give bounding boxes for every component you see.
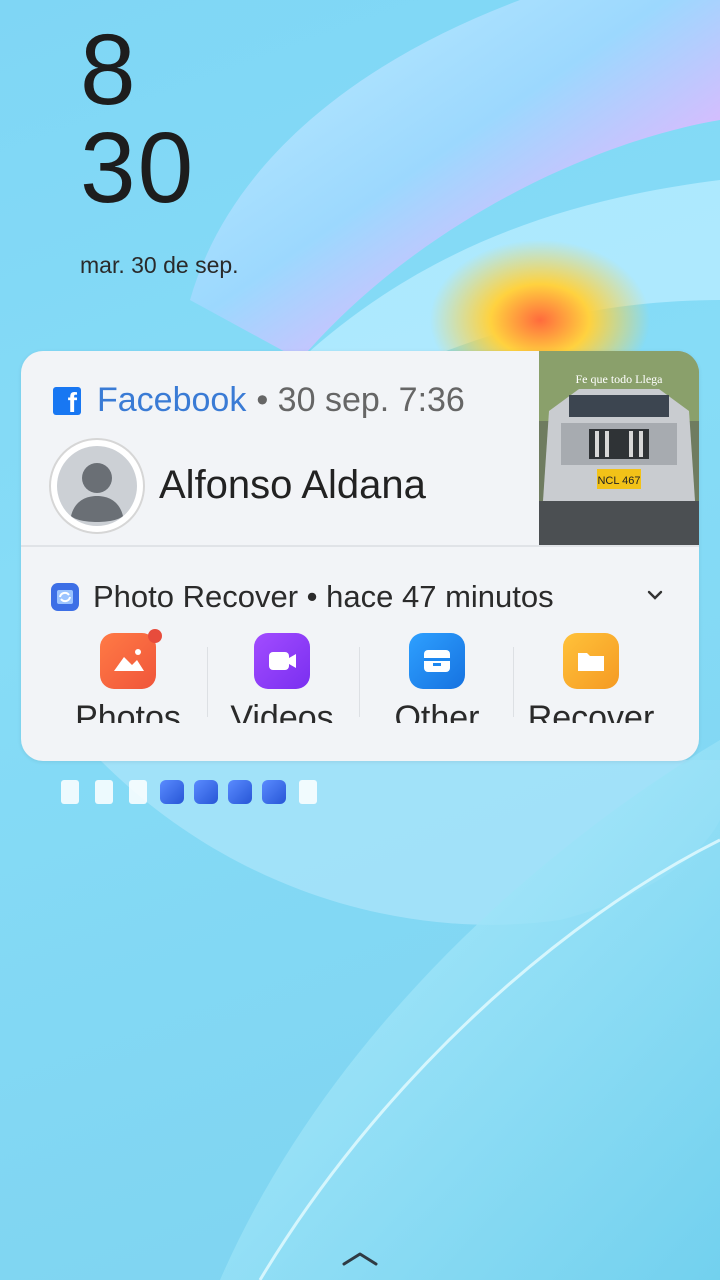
- file-recover-icon: [95, 780, 113, 804]
- action-label: Videos: [230, 699, 334, 723]
- photos-icon: [100, 629, 162, 689]
- notification-divider: [21, 545, 699, 547]
- file-recover-icon: [129, 780, 147, 804]
- badge-dot: [148, 629, 162, 643]
- avatar: [49, 438, 145, 534]
- photo-recover-small-icon: [194, 780, 218, 804]
- action-videos[interactable]: Videos: [212, 633, 352, 733]
- facebook-icon: f: [53, 386, 81, 416]
- notification-card: f Facebook • 30 sep. 7:36 Alfonso Aldana…: [21, 351, 699, 761]
- facebook-notification[interactable]: f Facebook • 30 sep. 7:36 Alfonso Aldana…: [21, 351, 699, 545]
- file-recover-icon: [299, 780, 317, 804]
- sender-name: Alfonso Aldana: [159, 463, 426, 507]
- action-label: Other: [394, 699, 480, 723]
- action-label: Recover: [527, 699, 655, 723]
- photo-recover-title: Photo Recover • hace 47 minutos: [93, 579, 554, 614]
- videos-icon: [254, 633, 310, 689]
- photo-recover-app-icon: [51, 583, 79, 611]
- facebook-notification-time: • 30 sep. 7:36: [256, 381, 465, 419]
- clock-hour: 8: [80, 14, 138, 126]
- action-separator: [359, 647, 360, 717]
- facebook-notification-header: f Facebook • 30 sep. 7:36: [53, 381, 465, 420]
- thumbnail-caption: Fe que todo Llega: [576, 372, 664, 386]
- action-photos[interactable]: Photos: [58, 629, 198, 733]
- photo-recover-small-icon: [262, 780, 286, 804]
- other-files-icon: [409, 633, 465, 689]
- action-separator: [207, 647, 208, 717]
- action-recover[interactable]: Recover: [521, 633, 661, 733]
- action-separator: [513, 647, 514, 717]
- file-recover-icon: [61, 780, 79, 804]
- photo-recover-actions: Photos Videos Other Recover: [21, 629, 699, 733]
- facebook-app-name: Facebook: [97, 381, 247, 419]
- action-other[interactable]: Other: [367, 633, 507, 733]
- action-label: Photos: [75, 699, 181, 723]
- notification-icon-row: [58, 780, 320, 804]
- lockscreen-date: mar. 30 de sep.: [80, 252, 239, 278]
- plate-text: NCL 467: [597, 475, 640, 487]
- notification-thumbnail[interactable]: NCL 467 Fe que todo Llega: [539, 351, 699, 545]
- clock-minute: 30: [80, 112, 196, 224]
- swipe-up-chevron-icon[interactable]: [340, 1248, 380, 1268]
- photo-recover-small-icon: [228, 780, 252, 804]
- photo-recover-small-icon: [160, 780, 184, 804]
- recover-folder-icon: [563, 633, 619, 689]
- photo-recover-header[interactable]: Photo Recover • hace 47 minutos: [51, 579, 554, 615]
- thumbnail-caption-text: Fe que todo Llega: [576, 372, 664, 386]
- default-profile-icon: [57, 446, 137, 526]
- lockscreen-clock: 8 30 mar. 30 de sep.: [80, 14, 239, 279]
- chevron-down-icon[interactable]: [645, 585, 665, 605]
